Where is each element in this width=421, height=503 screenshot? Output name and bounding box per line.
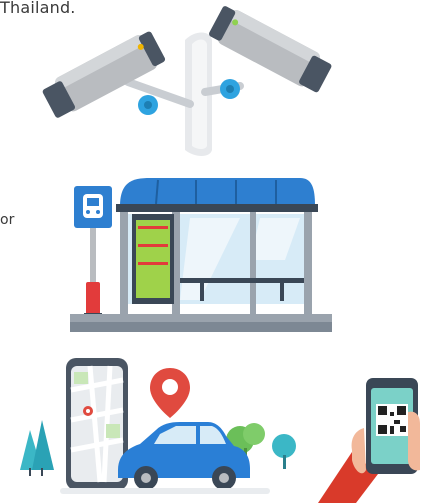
qr-phone-icon xyxy=(318,378,420,503)
